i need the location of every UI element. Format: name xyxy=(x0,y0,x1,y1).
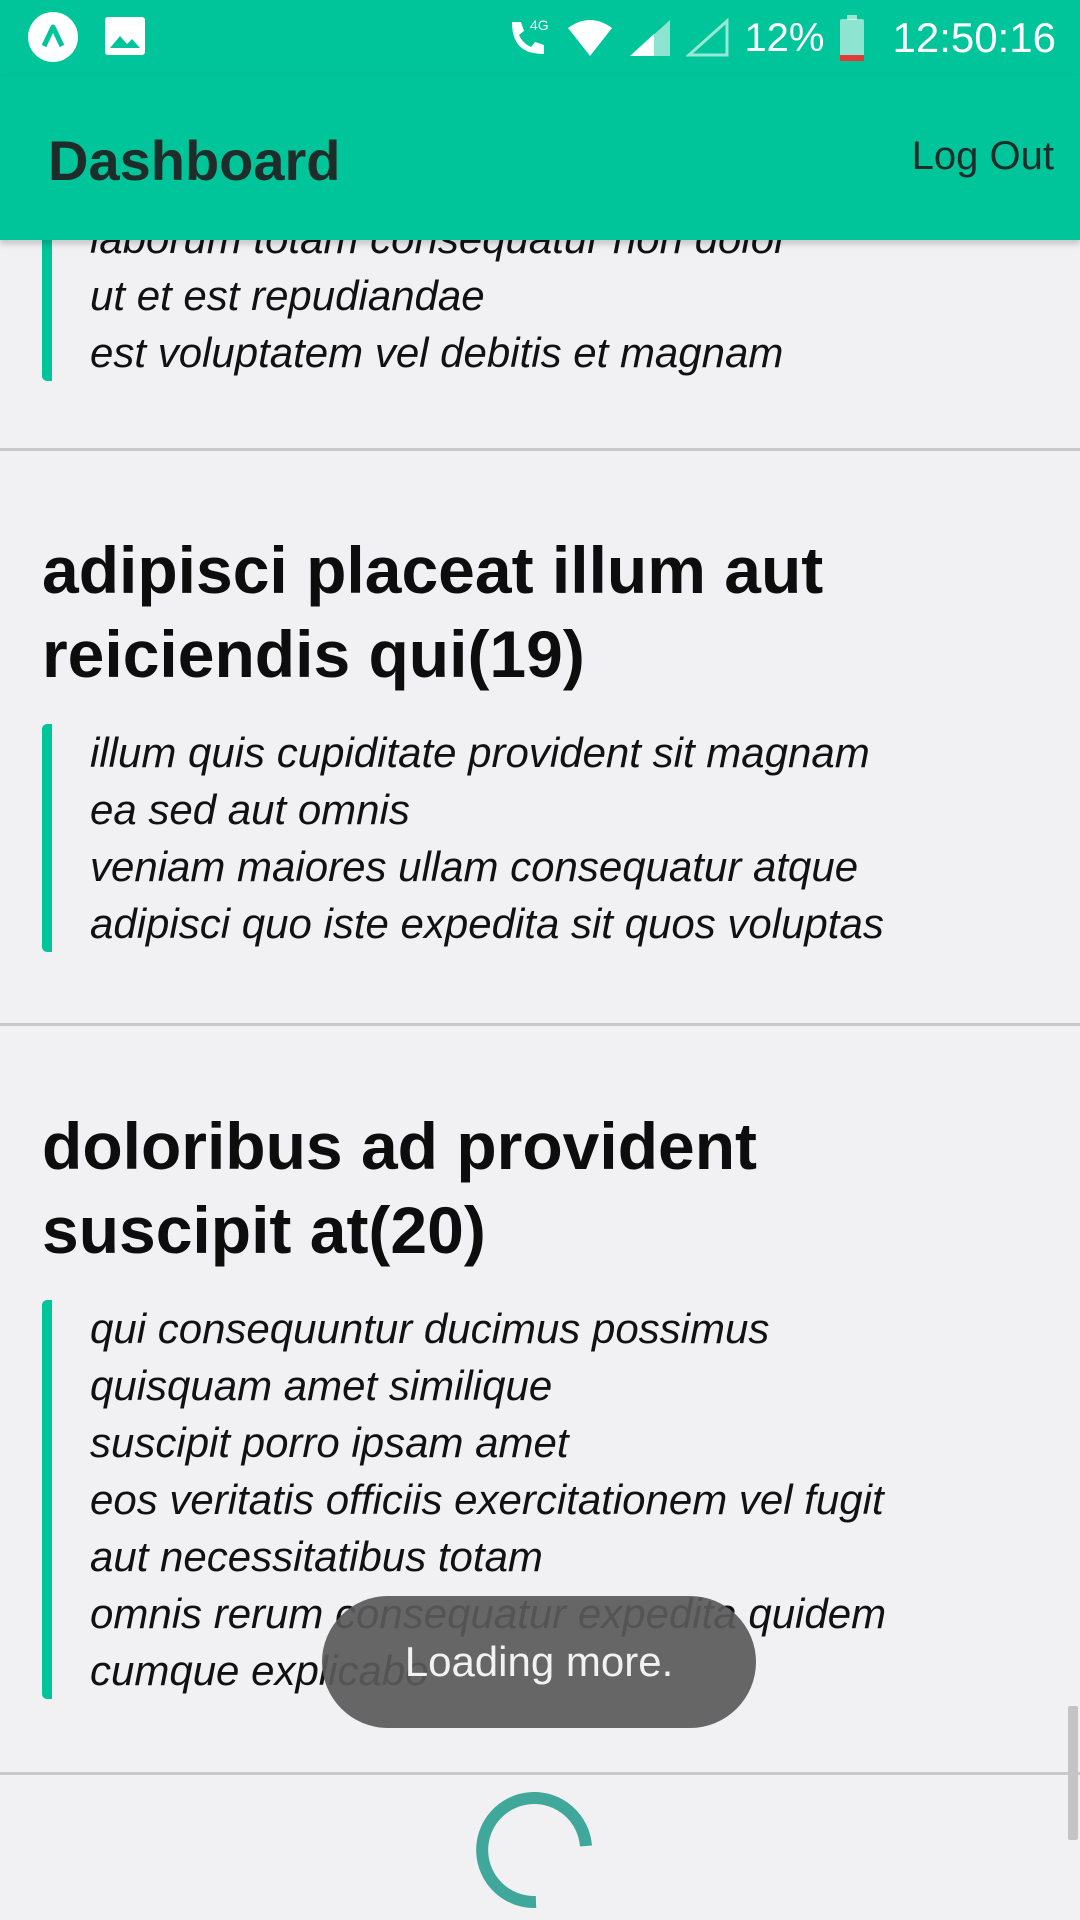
wifi-icon xyxy=(568,20,613,56)
network-label: 4G xyxy=(530,17,549,33)
page-title: Dashboard xyxy=(48,129,341,192)
signal-icon xyxy=(630,20,671,56)
battery-percent: 12% xyxy=(744,15,825,60)
post-body-line: ut et est repudiandae xyxy=(90,272,485,319)
post-title[interactable]: adipisci placeat illum aut reiciendis qu… xyxy=(42,528,1022,696)
logout-button[interactable]: Log Out xyxy=(912,134,1054,179)
post-divider xyxy=(0,448,1080,451)
status-time: 12:50:16 xyxy=(892,14,1057,61)
app-notification-icon xyxy=(28,12,78,62)
post-body-line: adipisci quo iste expedita sit quos volu… xyxy=(90,900,884,947)
loading-spinner-icon xyxy=(476,1792,592,1909)
post-body-line: suscipit porro ipsam amet xyxy=(90,1419,569,1466)
post-body-line: est voluptatem vel debitis et magnam xyxy=(90,329,784,376)
app-bar: Dashboard Log Out xyxy=(0,76,1080,240)
post-body-line: ea sed aut omnis xyxy=(90,786,410,833)
signal-empty-icon xyxy=(686,18,729,57)
post-body-line: illum quis cupiditate provident sit magn… xyxy=(90,729,870,776)
post-body-line: qui consequuntur ducimus possimus xyxy=(90,1305,770,1352)
post-body-line: quisquam amet similique xyxy=(90,1362,553,1409)
phone-4g-icon: 4G xyxy=(512,17,549,54)
scrollbar[interactable] xyxy=(1068,1706,1078,1840)
post-divider xyxy=(0,1023,1080,1026)
image-icon xyxy=(104,16,146,56)
battery-low-icon xyxy=(839,15,864,61)
post-body-line: veniam maiores ullam consequatur atque xyxy=(90,843,859,890)
post-body-line: aut necessitatibus totam xyxy=(90,1533,543,1580)
status-bar: 4G 12% 12:50:16 xyxy=(0,0,1080,76)
post-divider xyxy=(0,1772,1080,1775)
post-body: illum quis cupiditate provident sit magn… xyxy=(42,724,884,952)
post-body-line: eos veritatis officiis exercitationem ve… xyxy=(90,1476,884,1523)
loading-toast: Loading more. xyxy=(322,1596,756,1728)
post-title[interactable]: doloribus ad provident suscipit at(20) xyxy=(42,1104,1022,1272)
